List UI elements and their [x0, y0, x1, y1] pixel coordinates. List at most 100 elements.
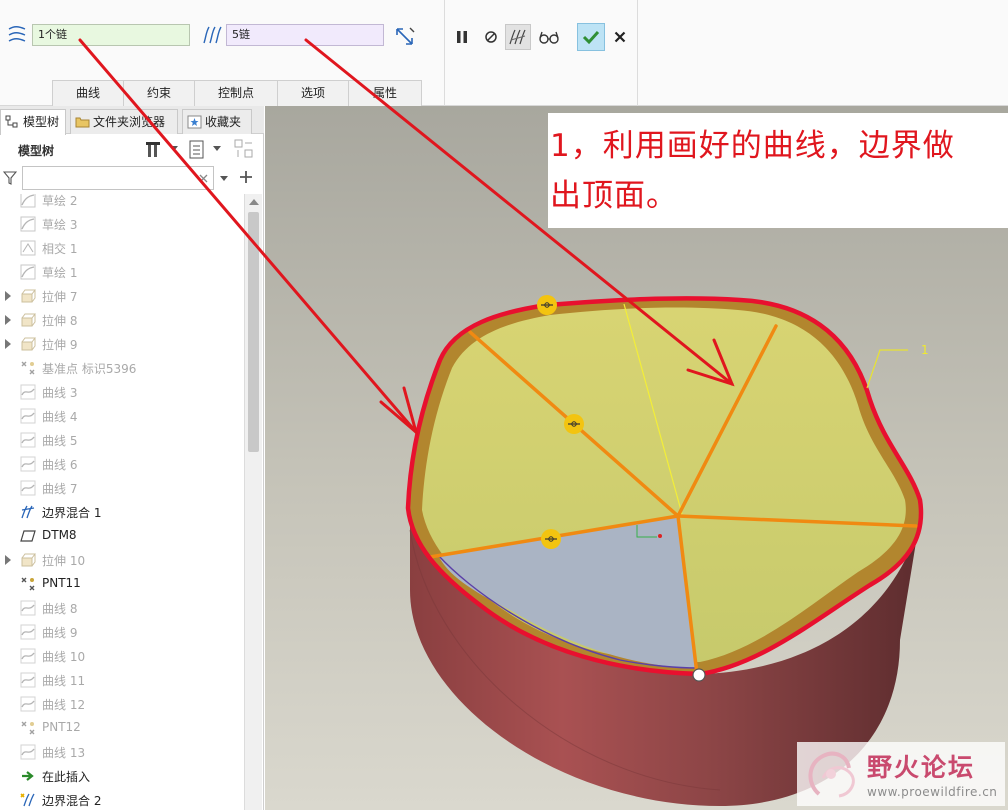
tree-item-label: 草绘 3 — [42, 218, 78, 232]
no-preview-button[interactable] — [478, 24, 504, 50]
pause-button[interactable] — [449, 24, 475, 50]
curve-icon — [20, 384, 36, 400]
tree-scrollbar[interactable] — [244, 194, 262, 810]
annotation-note-line1: 1，利用画好的曲线，边界做 — [550, 128, 955, 164]
curve-icon — [20, 624, 36, 640]
dashboard-tab[interactable]: 属性 — [348, 80, 422, 106]
tree-item[interactable]: PNT11 — [0, 572, 244, 596]
tree-columns-icon[interactable] — [233, 138, 255, 160]
drag-handle[interactable] — [541, 529, 561, 549]
insert-here-arrow-icon — [22, 771, 34, 781]
datum-point-icon — [21, 577, 35, 591]
clear-search-icon[interactable] — [199, 174, 208, 183]
tree-item[interactable]: 草绘 1 — [0, 260, 244, 284]
preview-button[interactable] — [536, 24, 562, 50]
tree-item[interactable]: 曲线 6 — [0, 452, 244, 476]
tree-item[interactable]: 曲线 10 — [0, 644, 244, 668]
tree-settings-icon[interactable] — [145, 140, 165, 160]
folder-icon — [75, 117, 90, 128]
chevron-down-icon[interactable] — [213, 146, 221, 152]
tree-item[interactable]: 曲线 9 — [0, 620, 244, 644]
scroll-up-arrow-icon[interactable] — [249, 199, 259, 205]
tree-item[interactable]: 草绘 2 — [0, 194, 244, 212]
tree-item-label: 拉伸 10 — [42, 554, 86, 568]
dashboard-tab[interactable]: 曲线 — [52, 80, 124, 106]
chevron-down-icon[interactable] — [220, 176, 228, 182]
tree-item-label: 曲线 3 — [42, 386, 78, 400]
tree-item-label: 曲线 9 — [42, 626, 78, 640]
tree-item-label: 曲线 12 — [42, 698, 86, 712]
cancel-button[interactable] — [607, 24, 633, 50]
tree-item[interactable]: 在此插入 — [0, 764, 244, 788]
expand-arrow-icon[interactable] — [5, 291, 11, 301]
first-direction-collector[interactable]: 1个链 — [32, 24, 190, 46]
tree-item-label: 拉伸 9 — [42, 338, 78, 352]
ribbon-divider — [444, 0, 445, 106]
tree-item[interactable]: 曲线 11 — [0, 668, 244, 692]
curve-icon — [20, 600, 36, 616]
tree-item[interactable]: 曲线 3 — [0, 380, 244, 404]
tree-item-label: 边界混合 1 — [42, 506, 102, 520]
tree-item-label: 草绘 2 — [42, 194, 78, 208]
favorites-icon — [187, 115, 202, 129]
tree-item-label: 曲线 11 — [42, 674, 86, 688]
anchor-point[interactable] — [692, 668, 706, 682]
tree-item-label: 基准点 标识5396 — [42, 362, 137, 376]
tab-model-tree[interactable]: 模型树 — [0, 109, 66, 135]
curve-icon — [20, 456, 36, 472]
dimension-label[interactable]: 1 — [921, 343, 929, 357]
chevron-down-icon[interactable] — [170, 146, 178, 152]
tree-item[interactable]: 基准点 标识5396 — [0, 356, 244, 380]
swap-directions-icon[interactable] — [392, 24, 418, 50]
curve-icon — [20, 744, 36, 760]
tree-item[interactable]: 草绘 3 — [0, 212, 244, 236]
tree-item[interactable]: 曲线 12 — [0, 692, 244, 716]
tree-item[interactable]: 拉伸 10 — [0, 548, 244, 572]
extrude-icon — [21, 289, 36, 303]
tree-search-input[interactable] — [22, 166, 214, 190]
expand-arrow-icon[interactable] — [5, 339, 11, 349]
verify-mode-button[interactable] — [505, 24, 531, 50]
drag-handle[interactable] — [564, 414, 584, 434]
drag-handle[interactable] — [537, 295, 557, 315]
tree-item[interactable]: 拉伸 9 — [0, 332, 244, 356]
add-filter-icon[interactable] — [239, 170, 253, 184]
tree-item[interactable]: 边界混合 1 — [0, 500, 244, 524]
curve-icon — [20, 672, 36, 688]
tab-folder-browser[interactable]: 文件夹浏览器 — [70, 109, 178, 134]
tree-item[interactable]: 曲线 4 — [0, 404, 244, 428]
tree-item[interactable]: 拉伸 7 — [0, 284, 244, 308]
tree-item[interactable]: 曲线 8 — [0, 596, 244, 620]
navigator-tabs: 模型树 文件夹浏览器 收藏夹 — [0, 106, 264, 135]
tree-item-label: 曲线 7 — [42, 482, 78, 496]
dashboard-tab[interactable]: 约束 — [123, 80, 195, 106]
graphics-window[interactable]: 1 1，利用画好的曲线，边界做 出顶面。 — [265, 106, 1008, 810]
tree-item[interactable]: PNT12 — [0, 716, 244, 740]
tree-item[interactable]: 相交 1 — [0, 236, 244, 260]
ok-button[interactable] — [577, 23, 605, 51]
tree-item-label: DTM8 — [42, 528, 77, 542]
scroll-thumb[interactable] — [248, 212, 259, 452]
tree-item-label: PNT12 — [42, 720, 81, 734]
second-direction-curves-icon[interactable] — [200, 24, 222, 46]
dashboard-tab[interactable]: 选项 — [277, 80, 349, 106]
tree-item[interactable]: 边界混合 2 — [0, 788, 244, 810]
show-menu-icon[interactable] — [188, 140, 206, 160]
tree-item[interactable]: 拉伸 8 — [0, 308, 244, 332]
tree-item[interactable]: 曲线 7 — [0, 476, 244, 500]
tab-favorites[interactable]: 收藏夹 — [182, 109, 252, 134]
forum-name: 野火论坛 — [867, 753, 976, 782]
forum-watermark: 野火论坛 www.proewildfire.cn — [797, 742, 1005, 806]
dashboard-tab[interactable]: 控制点 — [194, 80, 278, 106]
tree-item-label: 拉伸 8 — [42, 314, 78, 328]
expand-arrow-icon[interactable] — [5, 555, 11, 565]
tree-item[interactable]: DTM8 — [0, 524, 244, 548]
tree-item[interactable]: 曲线 5 — [0, 428, 244, 452]
second-direction-collector[interactable]: 5链 — [226, 24, 384, 46]
expand-arrow-icon[interactable] — [5, 315, 11, 325]
boundary-blend-dashboard: 1个链 5链 曲线 约束 控制点 选项 属性 — [0, 0, 1008, 106]
tree-item-label: 曲线 13 — [42, 746, 86, 760]
first-direction-curves-icon[interactable] — [6, 24, 28, 46]
annotation-note: 1，利用画好的曲线，边界做 出顶面。 — [548, 113, 1008, 228]
tree-item[interactable]: 曲线 13 — [0, 740, 244, 764]
